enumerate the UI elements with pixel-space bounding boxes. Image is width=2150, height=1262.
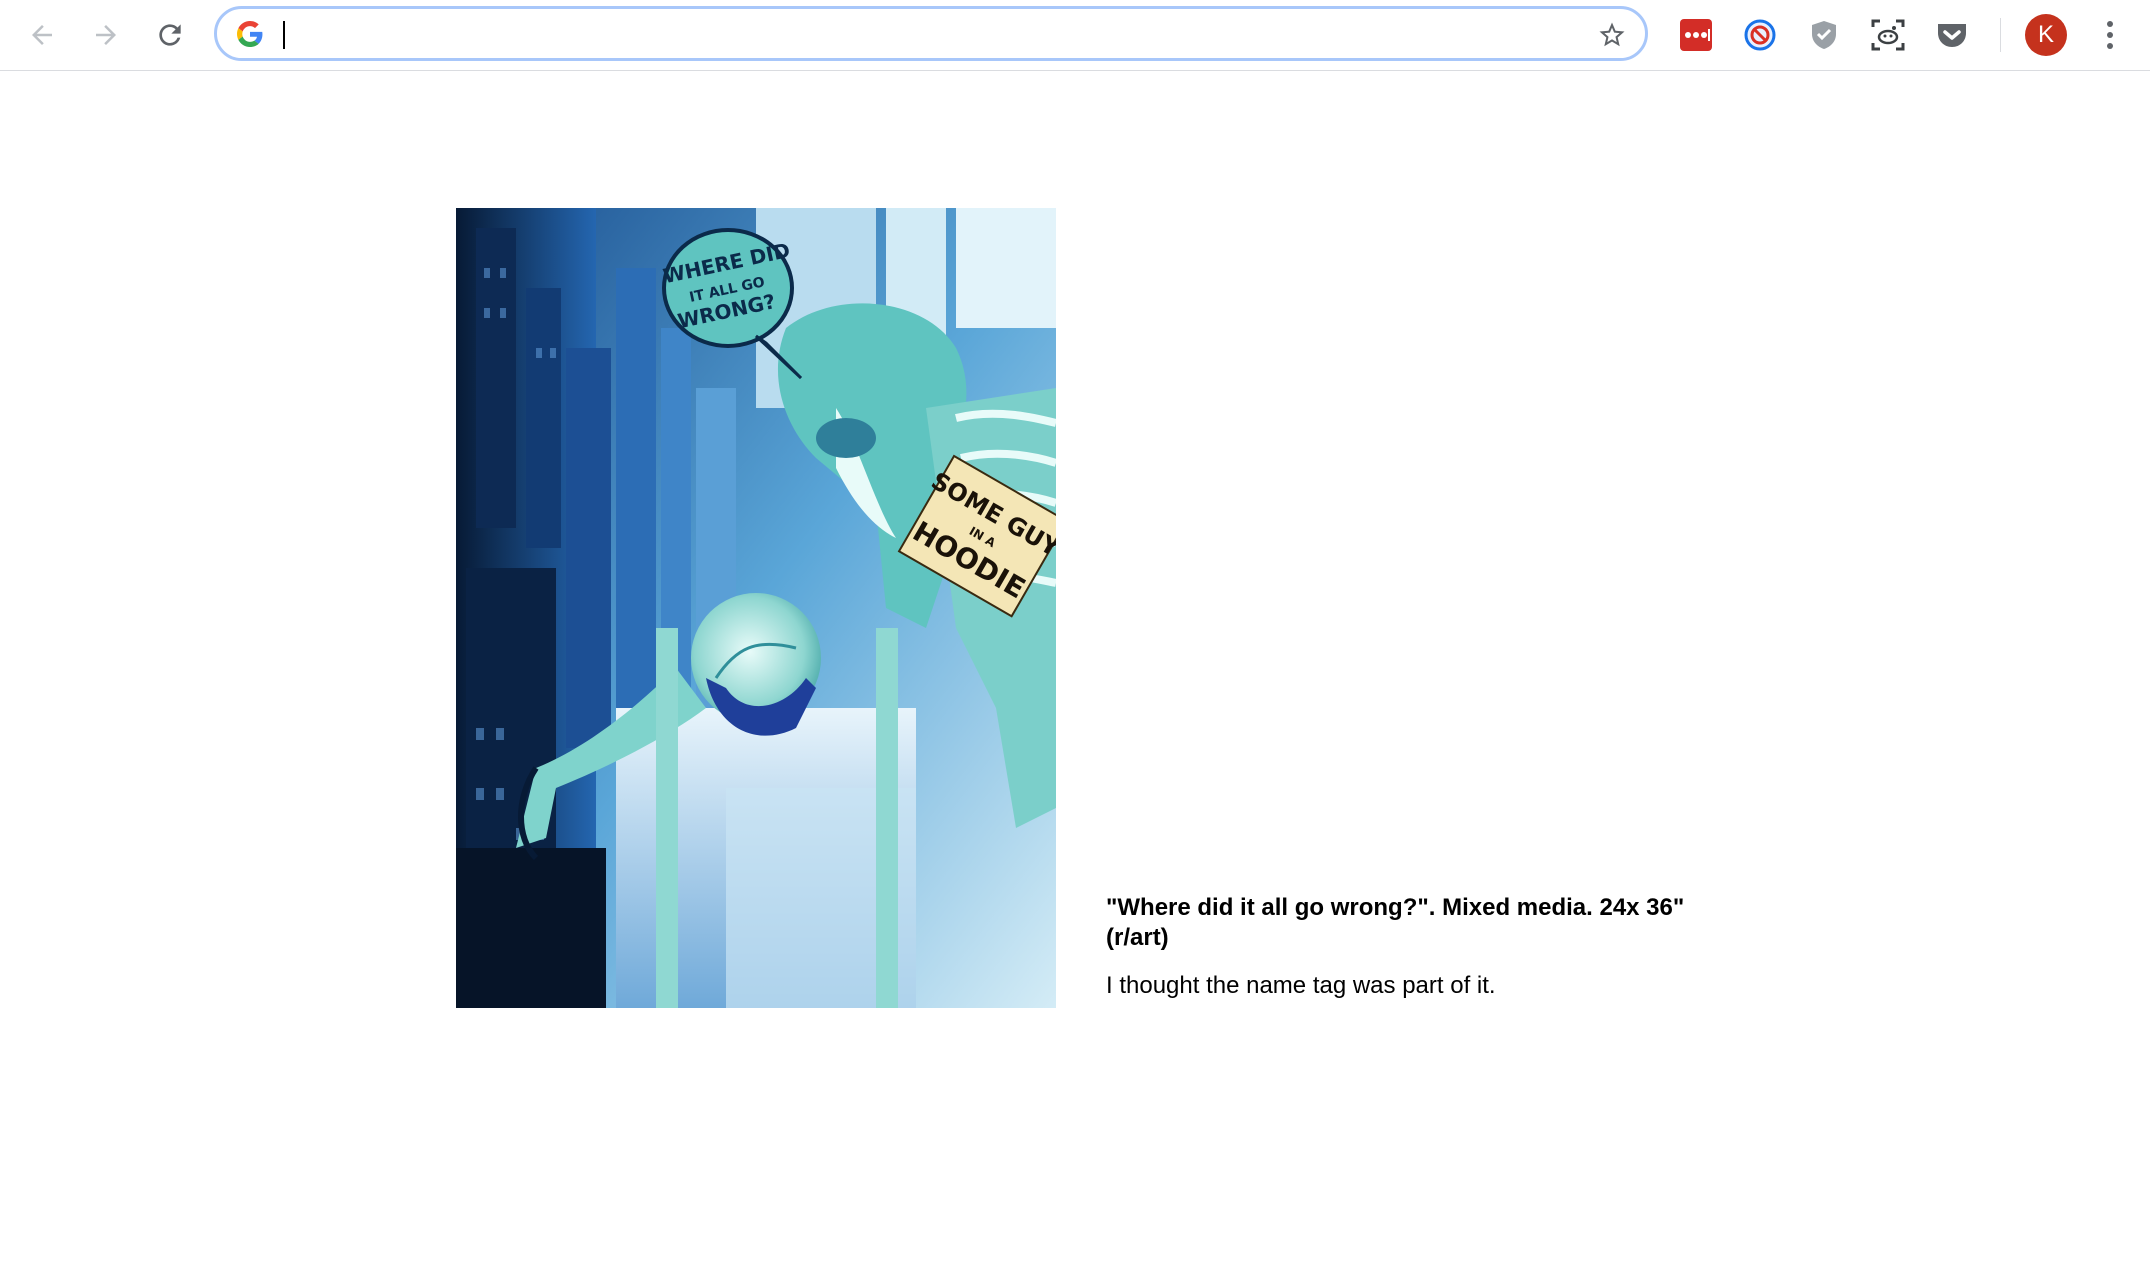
post-title: "Where did it all go wrong?". Mixed medi… — [1106, 894, 1685, 951]
artwork-image: WHERE DID IT ALL GO WRONG? SOME GUY IN A… — [456, 208, 1056, 1008]
reload-icon — [159, 24, 181, 46]
forward-button[interactable] — [83, 12, 129, 58]
browser-menu-button[interactable] — [2090, 14, 2130, 56]
arrow-left-icon — [32, 25, 52, 45]
google-g-icon — [237, 21, 263, 47]
reload-button[interactable] — [147, 12, 193, 58]
privacy-shield-extension[interactable] — [1802, 13, 1846, 57]
pocket-extension[interactable] — [1930, 13, 1974, 57]
arrow-right-icon — [96, 25, 116, 45]
lastpass-extension[interactable] — [1674, 13, 1718, 57]
text-caret — [283, 21, 285, 49]
browser-toolbar: K — [0, 0, 2150, 71]
three-dots-vertical-icon — [2107, 21, 2113, 27]
toolbar-divider — [2000, 18, 2001, 52]
star-icon[interactable] — [1597, 20, 1627, 50]
address-bar[interactable] — [214, 6, 1648, 61]
pocket-icon — [1938, 24, 1966, 47]
artwork-painting: WHERE DID IT ALL GO WRONG? SOME GUY IN A… — [456, 208, 1056, 1008]
screenshot-extension[interactable] — [1866, 13, 1910, 57]
reddit-screenshot-icon — [1871, 19, 1905, 51]
lastpass-icon — [1680, 19, 1712, 51]
post-caption: "Where did it all go wrong?". Mixed medi… — [1106, 893, 1706, 1001]
blocker-extension[interactable] — [1738, 13, 1782, 57]
shield-check-icon — [1812, 21, 1836, 49]
blocked-circle-icon — [1744, 19, 1776, 51]
post-comment: I thought the name tag was part of it. — [1106, 972, 1496, 999]
profile-avatar-button[interactable]: K — [2025, 14, 2067, 56]
back-button[interactable] — [19, 12, 65, 58]
url-input[interactable] — [281, 15, 1535, 55]
